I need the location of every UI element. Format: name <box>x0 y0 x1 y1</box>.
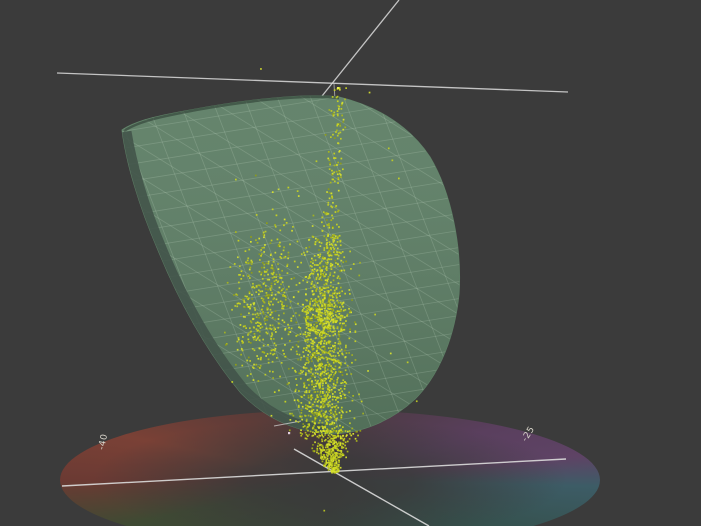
3d-colour-space-viewport[interactable]: -40 -50 -25 <box>0 0 701 526</box>
axis-lines-top <box>57 0 568 106</box>
disc-horizontal-axis <box>62 459 566 486</box>
axis-lines-bottom <box>62 421 566 526</box>
stray-scatter-point <box>288 432 290 434</box>
scene-svg <box>0 0 701 526</box>
gamut-mesh <box>110 0 470 526</box>
top-diagonal-axis <box>314 0 399 106</box>
disc-depth-axis <box>294 449 429 526</box>
stray-scatter-point <box>337 87 339 89</box>
top-horizontal-axis <box>57 73 568 92</box>
